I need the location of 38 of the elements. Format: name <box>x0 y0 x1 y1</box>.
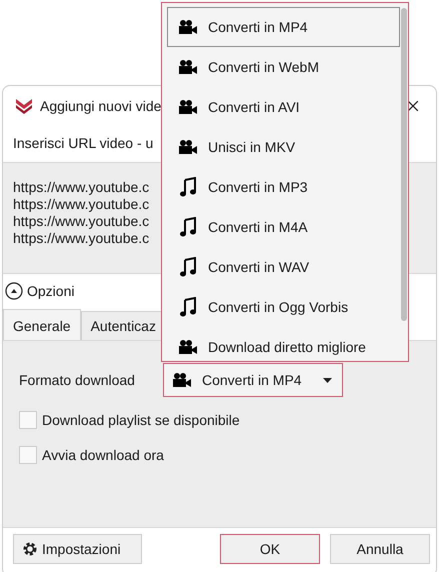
video-camera-icon <box>178 99 198 115</box>
caret-icon <box>323 378 332 382</box>
video-camera-icon <box>178 19 198 35</box>
checkbox-label: Download playlist se disponibile <box>42 412 240 428</box>
menu-item[interactable]: Converti in MP4 <box>167 7 400 47</box>
menu-item[interactable]: Converti in WebM <box>167 47 400 87</box>
menu-item[interactable]: Converti in M4A <box>167 207 400 247</box>
music-note-icon <box>178 217 198 237</box>
menu-item[interactable]: Converti in AVI <box>167 87 400 127</box>
video-camera-icon <box>178 139 198 155</box>
menu-item[interactable]: Unisci in MKV <box>167 127 400 167</box>
menu-item[interactable]: Converti in Ogg Vorbis <box>167 287 400 327</box>
music-note-icon <box>178 297 198 317</box>
scrollbar[interactable] <box>401 8 407 321</box>
ok-button[interactable]: OK <box>220 534 320 564</box>
video-camera-icon <box>178 339 198 355</box>
tab[interactable]: Generale <box>3 309 81 340</box>
menu-item[interactable]: Download diretto migliore <box>167 327 400 361</box>
download-arrow-icon <box>15 98 33 114</box>
video-camera-icon <box>172 372 192 388</box>
checkbox-label: Avvia download ora <box>42 447 164 463</box>
checkbox[interactable] <box>19 411 37 429</box>
menu-item[interactable]: Converti in MP3 <box>167 167 400 207</box>
close-icon[interactable] <box>408 101 418 111</box>
settings-button[interactable]: Impostazioni <box>13 534 142 564</box>
checkbox[interactable] <box>19 446 37 464</box>
music-note-icon <box>178 257 198 277</box>
format-dropdown[interactable]: Converti in MP4 <box>163 363 343 397</box>
window-title: Aggiungi nuovi vide <box>40 98 162 114</box>
menu-item[interactable]: Converti in WAV <box>167 247 400 287</box>
collapse-icon[interactable] <box>5 282 23 300</box>
video-camera-icon <box>178 59 198 75</box>
format-label: Formato download <box>19 372 136 388</box>
options-label: Opzioni <box>27 283 74 299</box>
cancel-button[interactable]: Annulla <box>330 534 430 564</box>
instruction-text: Inserisci URL video - u <box>12 134 154 153</box>
gear-icon <box>22 541 38 557</box>
music-note-icon <box>178 177 198 197</box>
